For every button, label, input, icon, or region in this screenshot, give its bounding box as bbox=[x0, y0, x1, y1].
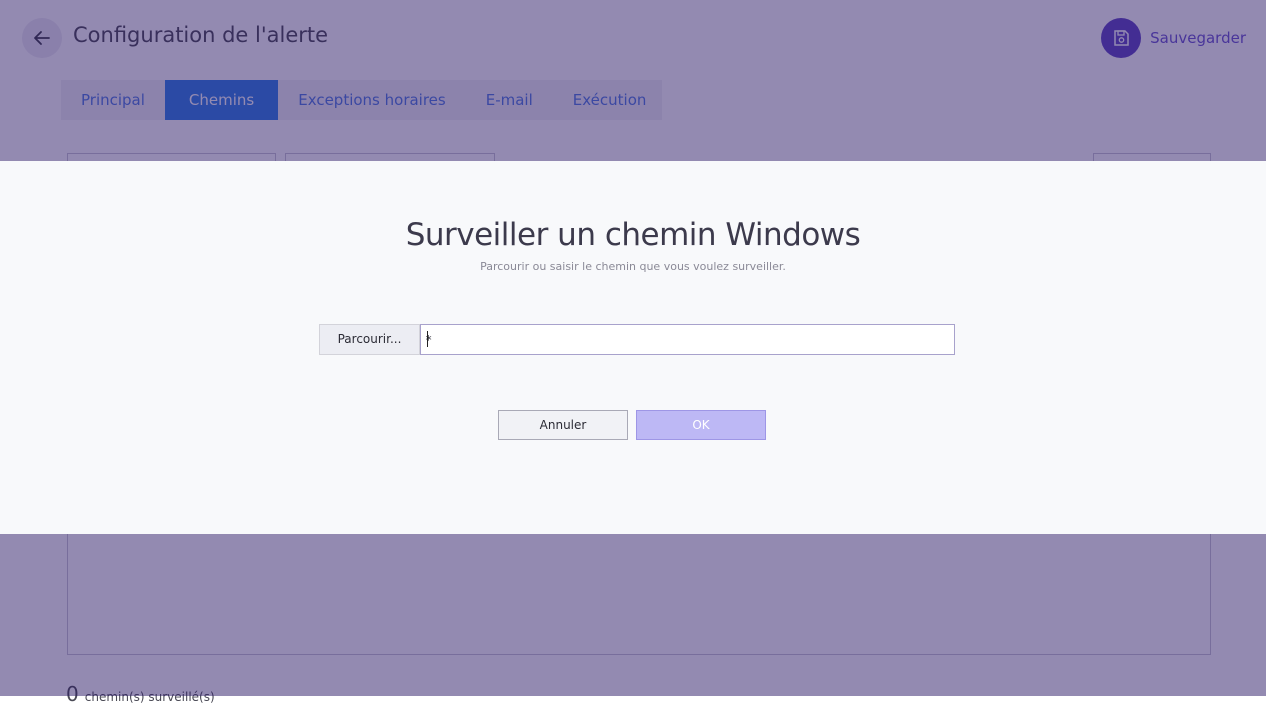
monitor-path-dialog: Surveiller un chemin Windows Parcourir o… bbox=[0, 161, 1266, 534]
text-caret bbox=[427, 331, 428, 347]
path-input[interactable] bbox=[420, 324, 955, 355]
cancel-button[interactable]: Annuler bbox=[498, 410, 628, 440]
browse-button[interactable]: Parcourir... bbox=[319, 324, 420, 355]
dialog-title: Surveiller un chemin Windows bbox=[405, 217, 861, 253]
ok-button[interactable]: OK bbox=[636, 410, 766, 440]
dialog-subtitle: Parcourir ou saisir le chemin que vous v… bbox=[480, 260, 786, 273]
